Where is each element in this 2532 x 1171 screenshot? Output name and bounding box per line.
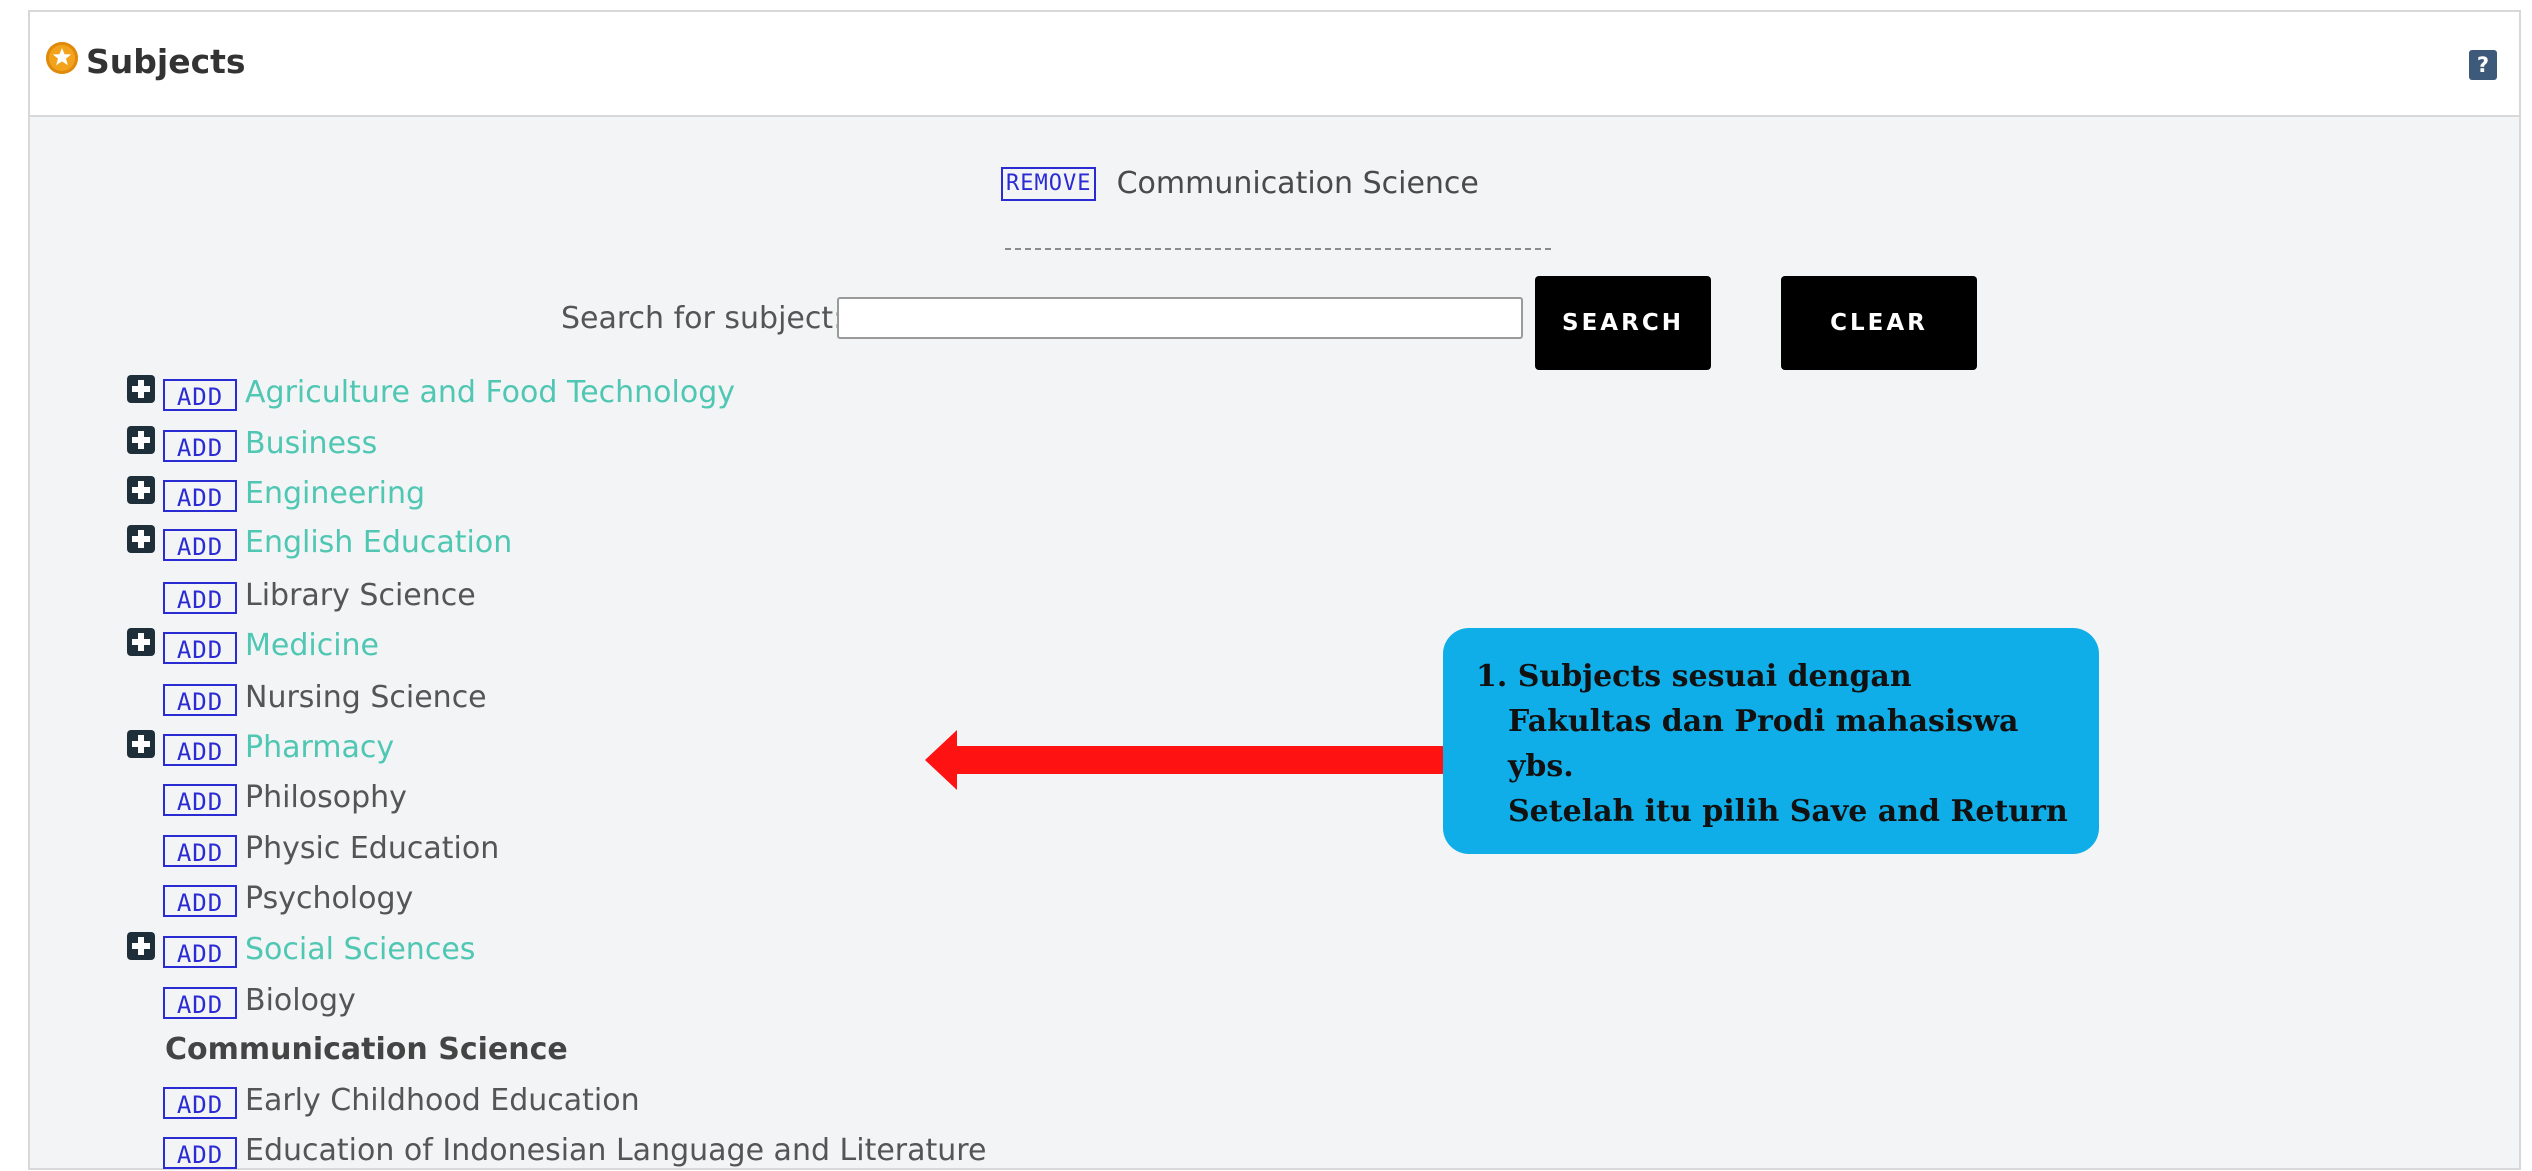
arrow-left-icon (925, 730, 957, 790)
subject-label[interactable]: Engineering (245, 476, 425, 511)
subject-label[interactable]: Social Sciences (245, 932, 475, 967)
add-button[interactable]: ADD (163, 885, 237, 917)
divider (1005, 248, 1551, 250)
subject-label: Philosophy (245, 780, 407, 815)
add-button[interactable]: ADD (163, 480, 237, 512)
remove-button[interactable]: REMOVE (1001, 166, 1097, 201)
add-button[interactable]: ADD (163, 430, 237, 462)
subject-label[interactable]: Pharmacy (245, 730, 394, 765)
star-icon (46, 42, 78, 74)
instruction-callout: 1. Subjects sesuai dengan Fakultas dan P… (1443, 628, 2099, 854)
expand-icon[interactable] (127, 375, 155, 403)
selected-subject-item: Communication Science (165, 1032, 568, 1067)
clear-button[interactable]: CLEAR (1781, 276, 1977, 370)
add-button[interactable]: ADD (163, 987, 237, 1019)
selected-subject-row: REMOVE Communication Science (1001, 166, 1479, 206)
add-button[interactable]: ADD (163, 1087, 237, 1119)
subject-label[interactable]: Agriculture and Food Technology (245, 375, 735, 410)
add-button[interactable]: ADD (163, 936, 237, 968)
subject-label[interactable]: English Education (245, 525, 512, 560)
add-button[interactable]: ADD (163, 1137, 237, 1169)
search-button[interactable]: SEARCH (1535, 276, 1711, 370)
callout-line: 1. Subjects sesuai dengan (1476, 659, 1912, 694)
panel-title: Subjects (86, 42, 246, 81)
expand-icon[interactable] (127, 628, 155, 656)
subject-label: Early Childhood Education (245, 1083, 640, 1118)
selected-subject-label: Communication Science (1116, 166, 1479, 201)
expand-icon[interactable] (127, 426, 155, 454)
add-button[interactable]: ADD (163, 784, 237, 816)
add-button[interactable]: ADD (163, 529, 237, 561)
add-button[interactable]: ADD (163, 632, 237, 664)
subject-label: Nursing Science (245, 680, 487, 715)
expand-icon[interactable] (127, 932, 155, 960)
subject-label: Psychology (245, 881, 414, 916)
expand-icon[interactable] (127, 525, 155, 553)
add-button[interactable]: ADD (163, 582, 237, 614)
subject-label: Education of Indonesian Language and Lit… (245, 1133, 987, 1168)
help-icon[interactable]: ? (2469, 50, 2497, 80)
callout-line: Fakultas dan Prodi mahasiswa (1508, 704, 2019, 739)
search-input[interactable] (837, 297, 1523, 339)
subject-label: Physic Education (245, 831, 500, 866)
add-button[interactable]: ADD (163, 734, 237, 766)
add-button[interactable]: ADD (163, 379, 237, 411)
arrow-shaft (950, 746, 1444, 774)
subject-label: Library Science (245, 578, 476, 613)
subject-label: Biology (245, 983, 356, 1018)
expand-icon[interactable] (127, 476, 155, 504)
panel-header: Subjects ? (30, 12, 2519, 117)
callout-line: ybs. (1508, 749, 1574, 784)
add-button[interactable]: ADD (163, 684, 237, 716)
search-label: Search for subject: (561, 301, 844, 336)
expand-icon[interactable] (127, 730, 155, 758)
callout-line: Setelah itu pilih Save and Return (1508, 794, 2068, 829)
subject-label[interactable]: Business (245, 426, 377, 461)
add-button[interactable]: ADD (163, 835, 237, 867)
subject-label[interactable]: Medicine (245, 628, 379, 663)
